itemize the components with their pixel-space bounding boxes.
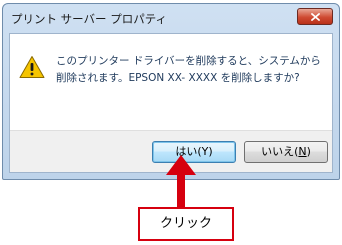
no-button[interactable]: いいえ(N) [244, 141, 328, 163]
dialog-message: このプリンター ドライバーを削除すると、システムから削除されます。EPSON X… [56, 55, 321, 84]
dialog-window: プリント サーバー プロパティ このプリンター ドライバーを削除すると、システム… [2, 3, 340, 180]
warning-icon [19, 56, 45, 78]
no-button-mnemonic: N [298, 145, 307, 158]
close-icon [311, 13, 320, 21]
click-callout: クリック [138, 207, 234, 241]
dialog-body: このプリンター ドライバーを削除すると、システムから削除されます。EPSON X… [9, 33, 333, 173]
no-button-label: いいえ( [261, 145, 299, 158]
no-button-label-end: ) [306, 145, 311, 158]
title-bar[interactable]: プリント サーバー プロパティ [3, 4, 339, 32]
dialog-title: プリント サーバー プロパティ [11, 12, 168, 26]
close-button[interactable] [297, 8, 333, 25]
up-arrow-icon [166, 155, 196, 209]
